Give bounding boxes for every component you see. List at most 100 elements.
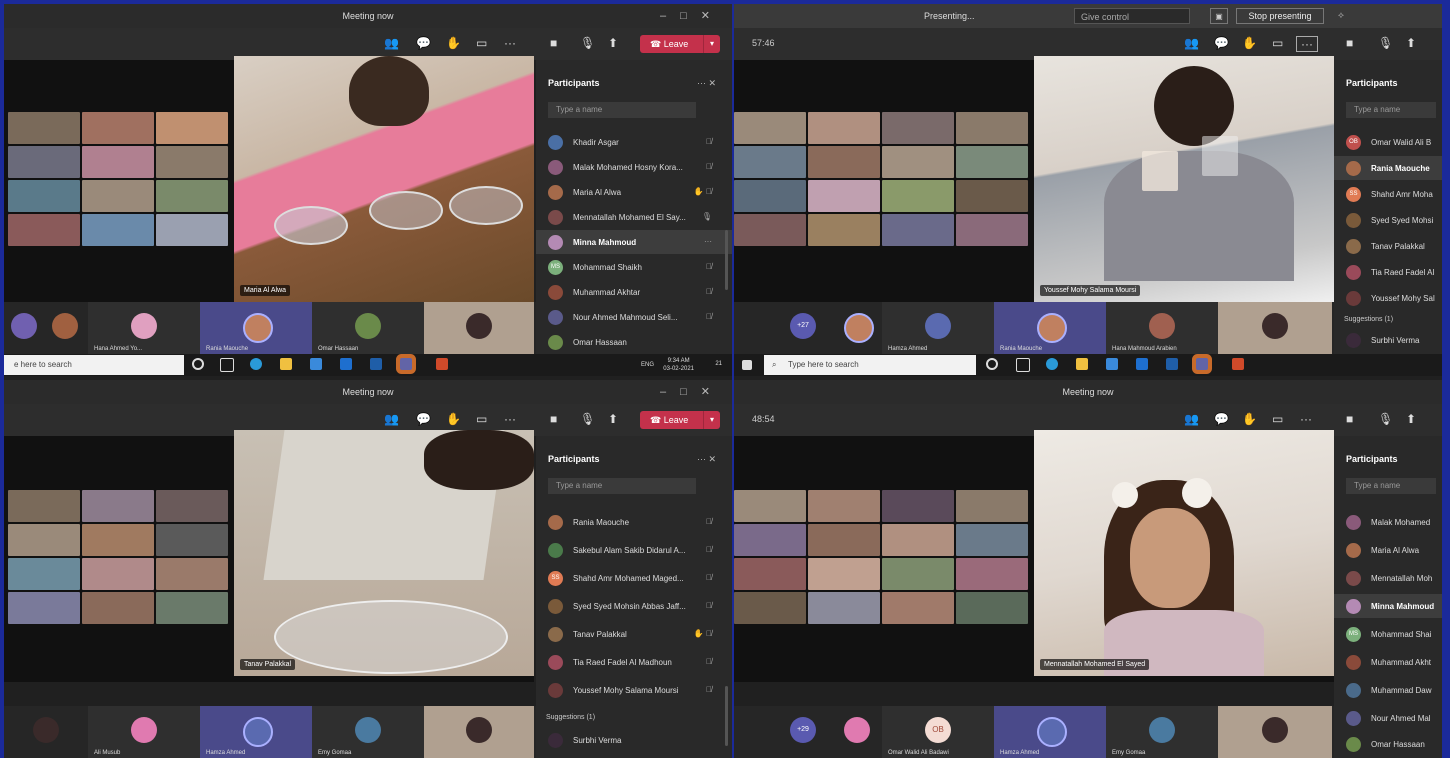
strip-tile[interactable]: Rania Maouche	[200, 302, 312, 354]
camera-icon[interactable]: ■	[1346, 36, 1353, 50]
participant-row[interactable]: Malak Mohamed	[1334, 510, 1442, 534]
edge-icon[interactable]	[1046, 358, 1058, 370]
participant-row[interactable]: Omar Hassaan	[536, 330, 732, 354]
participant-row[interactable]: Muhammad Akht	[1334, 650, 1442, 674]
panel-controls[interactable]: ··· ✕	[697, 454, 716, 465]
task-view-icon[interactable]	[1016, 358, 1030, 372]
edge-icon[interactable]	[250, 358, 262, 370]
mic-icon[interactable]: 🎙	[580, 412, 595, 426]
participant-row[interactable]: Mennatallah Moh	[1334, 566, 1442, 590]
chat-icon[interactable]: 💬	[1214, 36, 1229, 50]
file-explorer-icon[interactable]	[1106, 358, 1118, 370]
strip-tile[interactable]: Omar Hassaan	[312, 302, 424, 354]
participant-search-input[interactable]: Type a name	[548, 478, 696, 494]
strip-tile[interactable]: +29	[774, 706, 832, 758]
participant-row[interactable]: Youssef Mohy Salama Moursi 🎙̸	[536, 678, 732, 702]
suggestion-row[interactable]: Surbhi Verma	[536, 728, 732, 752]
tray-clock[interactable]: 9:34 AM 03-02-2021	[663, 357, 694, 373]
participant-row[interactable]: Tia Raed Fadel Al Madhoun 🎙̸	[536, 650, 732, 674]
scrollbar[interactable]	[725, 230, 728, 290]
suggestion-row[interactable]: Surbhi Verma	[1334, 328, 1442, 352]
participant-row[interactable]: Syed Syed Mohsin Abbas Jaff... 🎙̸	[536, 594, 732, 618]
task-view-icon[interactable]	[220, 358, 234, 372]
participant-search-input[interactable]: Type a name	[1346, 478, 1436, 494]
store-icon[interactable]	[1076, 358, 1088, 370]
strip-tile[interactable]	[44, 302, 86, 354]
participant-row[interactable]: Rania Maouche	[1334, 156, 1442, 180]
leave-button[interactable]: ☎ Leave ▾	[640, 411, 720, 429]
participant-row[interactable]: Minna Mahmoud	[1334, 594, 1442, 618]
window-controls[interactable]: –□✕	[660, 385, 724, 398]
scrollbar[interactable]	[725, 686, 728, 746]
more-actions-icon[interactable]: ···	[504, 412, 516, 426]
strip-tile[interactable]: +27	[774, 302, 832, 354]
taskbar-search[interactable]: ⌕ Type here to search	[764, 355, 976, 375]
give-control-dropdown[interactable]: Give control	[1074, 8, 1190, 24]
pin-icon[interactable]: ⟡	[1338, 10, 1344, 21]
powerpoint-icon[interactable]	[436, 358, 448, 370]
cast-icon[interactable]: ▣	[1210, 8, 1228, 24]
suggestions-header[interactable]: Suggestions (1)	[546, 714, 595, 721]
notification-badge[interactable]: 21	[715, 360, 722, 368]
participant-row[interactable]: Tanav Palakkal	[1334, 234, 1442, 258]
strip-tile[interactable]	[4, 706, 88, 758]
store-icon[interactable]	[280, 358, 292, 370]
cortana-icon[interactable]	[986, 358, 998, 370]
participant-row[interactable]: Rania Maouche 🎙̸	[536, 510, 732, 534]
participant-row[interactable]: MS Mohammad Shai	[1334, 622, 1442, 646]
participant-row[interactable]: Tia Raed Fadel Al	[1334, 260, 1442, 284]
windows-start-icon[interactable]	[742, 360, 752, 370]
strip-tile[interactable]	[1218, 706, 1332, 758]
participant-row[interactable]: Nour Ahmed Mahmoud Seli... 🎙̸	[536, 305, 732, 329]
people-icon[interactable]: 👥	[384, 36, 399, 50]
breakout-icon[interactable]: ▭	[1272, 412, 1283, 426]
file-explorer-icon[interactable]	[310, 358, 322, 370]
strip-tile[interactable]: Hana Mahmoud Arabien	[1106, 302, 1218, 354]
strip-tile[interactable]: Emy Gomaa	[312, 706, 424, 758]
chat-icon[interactable]: 💬	[1214, 412, 1229, 426]
chat-icon[interactable]: 💬	[416, 36, 431, 50]
strip-tile[interactable]: Emy Gomaa	[1106, 706, 1218, 758]
panel-controls[interactable]: ··· ✕	[697, 78, 716, 89]
more-actions-icon[interactable]: ···	[1300, 412, 1312, 426]
strip-tile[interactable]: Hana Ahmed Yo...	[88, 302, 200, 354]
strip-tile[interactable]	[424, 302, 534, 354]
participant-row[interactable]: Youssef Mohy Sal	[1334, 286, 1442, 310]
raise-hand-icon[interactable]: ✋	[446, 412, 461, 426]
mic-icon[interactable]: 🎙	[1378, 412, 1393, 426]
participant-row[interactable]: Nour Ahmed Mal	[1334, 706, 1442, 730]
share-icon[interactable]: ⬆	[608, 36, 618, 50]
people-icon[interactable]: 👥	[1184, 412, 1199, 426]
mic-icon[interactable]: 🎙	[1378, 36, 1393, 50]
suggestions-header[interactable]: Suggestions (1)	[1344, 316, 1393, 323]
raise-hand-icon[interactable]: ✋	[446, 36, 461, 50]
strip-tile[interactable]	[832, 302, 882, 354]
raise-hand-icon[interactable]: ✋	[1242, 412, 1257, 426]
share-icon[interactable]: ⬆	[1406, 36, 1416, 50]
powerpoint-icon[interactable]	[1232, 358, 1244, 370]
people-icon[interactable]: 👥	[1184, 36, 1199, 50]
strip-tile[interactable]: Hamza Ahmed	[200, 706, 312, 758]
strip-tile[interactable]	[4, 302, 44, 354]
participant-row[interactable]: Malak Mohamed Hosny Kora... 🎙̸	[536, 155, 732, 179]
strip-tile[interactable]: Hamza Ahmed	[882, 302, 994, 354]
tray-language[interactable]: ENG	[641, 361, 654, 369]
chevron-down-icon[interactable]: ▾	[703, 411, 720, 429]
strip-tile[interactable]	[424, 706, 534, 758]
participant-row[interactable]: SS Shahd Amr Mohamed Maged... 🎙̸	[536, 566, 732, 590]
camera-icon[interactable]: ■	[1346, 412, 1353, 426]
strip-tile[interactable]: Rania Maouche	[994, 302, 1106, 354]
strip-tile[interactable]	[1218, 302, 1332, 354]
outlook-icon[interactable]	[1166, 358, 1178, 370]
more-icon[interactable]: ···	[704, 237, 712, 246]
participant-row[interactable]: OB Omar Walid Ali B	[1334, 130, 1442, 154]
share-icon[interactable]: ⬆	[608, 412, 618, 426]
more-actions-icon[interactable]: ···	[504, 36, 516, 50]
participant-row[interactable]: Maria Al Alwa ✋ 🎙̸	[536, 180, 732, 204]
mail-icon[interactable]	[340, 358, 352, 370]
participant-row[interactable]: Muhammad Daw	[1334, 678, 1442, 702]
teams-icon[interactable]	[400, 358, 412, 370]
strip-tile[interactable]: Hamza Ahmed	[994, 706, 1106, 758]
participant-search-input[interactable]: Type a name	[548, 102, 696, 118]
strip-tile[interactable]: OB Omar Walid Ali Badawi	[882, 706, 994, 758]
